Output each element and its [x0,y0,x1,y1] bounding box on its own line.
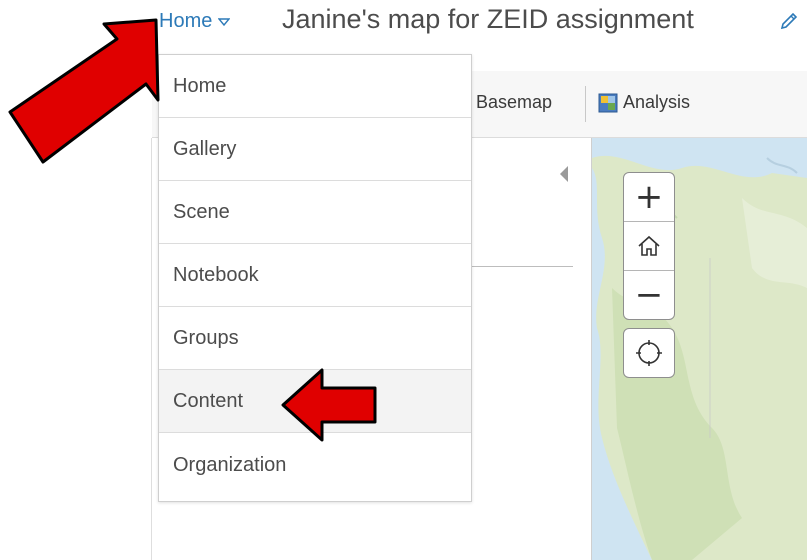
zoom-control: + − [623,172,675,320]
menu-item-label: Gallery [173,137,237,160]
zoom-out-button[interactable]: − [624,271,674,319]
menu-item-scene[interactable]: Scene [159,181,471,244]
zoom-in-button[interactable]: + [624,173,674,222]
locate-button[interactable] [623,328,675,378]
home-menu-toggle[interactable]: Home [159,10,231,33]
annotation-arrow-large [8,18,160,164]
pencil-icon[interactable] [778,10,800,32]
menu-item-label: Scene [173,200,230,223]
menu-item-label: Content [173,389,244,412]
caret-down-icon [218,17,231,26]
basemap-button[interactable]: Basemap [476,92,552,113]
analysis-button[interactable]: Analysis [598,92,690,113]
menu-item-label: Groups [173,326,239,349]
house-icon [638,235,660,256]
toolbar-separator [585,86,586,122]
home-link-label: Home [159,10,213,32]
menu-item-home[interactable]: Home [159,55,471,118]
locate-icon [636,340,662,366]
annotation-arrow-small [281,368,377,442]
menu-item-gallery[interactable]: Gallery [159,118,471,181]
side-panel-border [151,138,152,560]
default-extent-button[interactable] [624,222,674,271]
collapse-panel-icon[interactable] [559,165,569,183]
menu-item-label: Home [173,74,227,97]
map-title: Janine's map for ZEID assignment [282,4,694,34]
menu-item-groups[interactable]: Groups [159,307,471,370]
menu-item-label: Notebook [173,263,259,286]
menu-item-label: Organization [173,453,287,476]
analysis-icon [598,93,618,112]
panel-divider [470,266,573,267]
menu-item-notebook[interactable]: Notebook [159,244,471,307]
analysis-label: Analysis [623,92,691,112]
